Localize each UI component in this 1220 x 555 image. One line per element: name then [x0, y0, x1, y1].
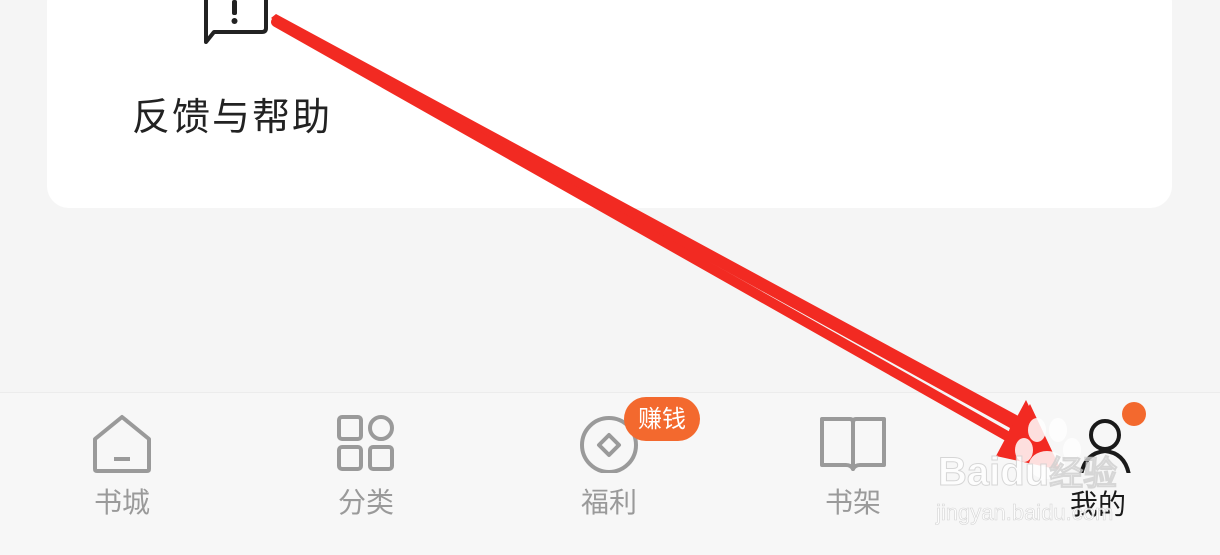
feedback-alert-icon[interactable]	[200, 0, 270, 50]
tab-bookshelf-label: 书架	[824, 486, 881, 519]
home-icon	[93, 415, 151, 473]
tab-bookstore[interactable]: 书城	[52, 393, 192, 543]
feedback-help-label[interactable]: 反馈与帮助	[132, 86, 332, 141]
earn-money-badge: 赚钱	[624, 397, 700, 441]
category-grid-icon	[337, 415, 394, 471]
watermark-brand: Baidu经验	[937, 450, 1118, 495]
tab-category-label: 分类	[337, 486, 394, 519]
tab-welfare-label: 福利	[580, 486, 637, 519]
watermark-url: jingyan.baidu.com	[936, 500, 1114, 526]
tab-bookstore-label: 书城	[93, 486, 150, 519]
tab-category[interactable]: 分类	[296, 393, 436, 543]
open-book-icon	[820, 417, 886, 471]
tab-bookshelf[interactable]: 书架	[783, 393, 923, 543]
notification-dot	[1122, 402, 1146, 426]
